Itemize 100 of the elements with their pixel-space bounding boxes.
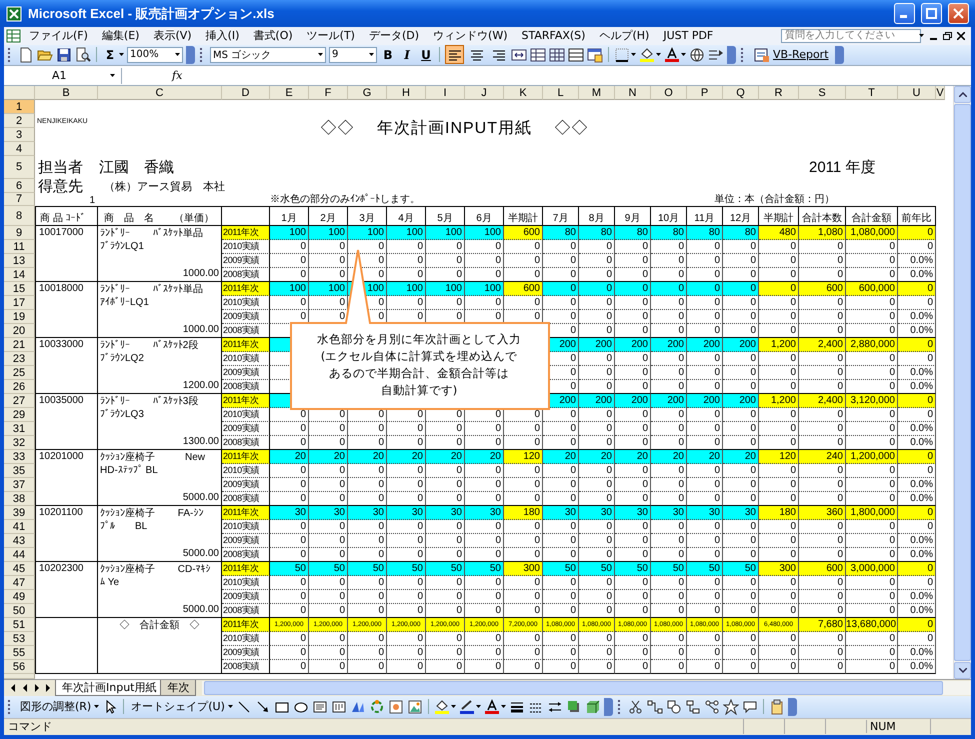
vertical-text-icon[interactable]: [330, 698, 347, 715]
row-header[interactable]: 37: [4, 478, 35, 492]
scissors-icon[interactable]: [628, 698, 644, 715]
table-icon[interactable]: [549, 46, 565, 63]
row-header[interactable]: 39: [4, 506, 35, 520]
row-header[interactable]: 20: [4, 324, 35, 338]
connector-icon[interactable]: [646, 698, 663, 715]
zoom-combo[interactable]: 100%: [127, 46, 183, 63]
column-header[interactable]: U: [898, 86, 936, 100]
minimize-button[interactable]: [894, 3, 915, 24]
print-preview-icon[interactable]: [75, 46, 91, 63]
column-header[interactable]: L: [543, 86, 579, 100]
column-header[interactable]: Q: [723, 86, 759, 100]
row-header[interactable]: 19: [4, 310, 35, 324]
first-sheet-icon[interactable]: [9, 684, 17, 692]
menu-item[interactable]: ファイル(F): [22, 28, 95, 44]
caret-icon[interactable]: [500, 705, 506, 708]
save-icon[interactable]: [56, 46, 72, 63]
row-header[interactable]: 45: [4, 562, 35, 576]
caret-icon[interactable]: [110, 74, 115, 78]
sheet-tab[interactable]: 年次: [160, 680, 196, 696]
caret-icon[interactable]: [656, 53, 661, 56]
column-header[interactable]: F: [309, 86, 348, 100]
row-header[interactable]: 3: [4, 128, 35, 142]
row-header[interactable]: 55: [4, 646, 35, 660]
font-color-icon[interactable]: [484, 698, 500, 715]
caret-icon[interactable]: [119, 53, 124, 56]
scroll-down-icon[interactable]: [958, 668, 966, 674]
column-header[interactable]: K: [504, 86, 543, 100]
network-icon[interactable]: [704, 698, 720, 715]
toolbar-handle[interactable]: [741, 48, 746, 62]
star-shape-icon[interactable]: [722, 698, 739, 715]
row-header[interactable]: 17: [4, 296, 35, 310]
caret-icon[interactable]: [94, 705, 100, 708]
column-header[interactable]: G: [348, 86, 387, 100]
font-color-icon[interactable]: [664, 46, 680, 63]
autoshape-menu[interactable]: オートシェイプ(U): [129, 699, 227, 714]
row-header[interactable]: 41: [4, 520, 35, 534]
flowchart-icon[interactable]: [684, 698, 701, 715]
column-header[interactable]: C: [98, 86, 222, 100]
vb-report-button[interactable]: VB-Report: [751, 46, 832, 63]
row-header[interactable]: 5: [4, 156, 35, 180]
row-header[interactable]: 8: [4, 206, 35, 226]
row-header[interactable]: 1: [4, 100, 35, 114]
toolbar-handle[interactable]: [618, 700, 623, 714]
toolbar-options-button[interactable]: [186, 46, 195, 64]
column-header[interactable]: D: [222, 86, 270, 100]
column-header[interactable]: V: [936, 86, 945, 100]
column-header[interactable]: M: [579, 86, 615, 100]
font-combo[interactable]: MS ゴシック: [210, 46, 326, 63]
3d-style-icon[interactable]: [584, 698, 601, 715]
row-header[interactable]: 56: [4, 660, 35, 674]
menu-item[interactable]: 編集(E): [94, 28, 146, 44]
shadow-icon[interactable]: [566, 698, 582, 715]
row-header[interactable]: 47: [4, 576, 35, 590]
row-header[interactable]: 43: [4, 534, 35, 548]
horizontal-scrollbar[interactable]: [202, 681, 971, 696]
close-button[interactable]: [948, 3, 969, 24]
row-header[interactable]: 27: [4, 394, 35, 408]
row-header[interactable]: 33: [4, 450, 35, 464]
text-box-icon[interactable]: [312, 698, 328, 715]
column-header[interactable]: O: [651, 86, 687, 100]
bold-button[interactable]: B: [380, 46, 396, 64]
toolbar-handle[interactable]: [8, 700, 13, 714]
menu-item[interactable]: ツール(T): [300, 28, 362, 44]
diagram-icon[interactable]: [368, 698, 385, 715]
toolbar-handle[interactable]: [8, 48, 13, 62]
toolbar-options-button[interactable]: [834, 46, 844, 64]
menu-item[interactable]: データ(D): [362, 28, 426, 44]
fill-color-icon[interactable]: [434, 698, 450, 715]
table-icon[interactable]: [530, 46, 546, 63]
row-header[interactable]: 2: [4, 114, 35, 128]
table-rows-icon[interactable]: [568, 46, 584, 63]
clipboard-icon[interactable]: [768, 698, 785, 715]
row-header[interactable]: 49: [4, 590, 35, 604]
globe-icon[interactable]: [689, 46, 705, 63]
italic-button[interactable]: I: [399, 46, 415, 64]
sheet-icon[interactable]: [6, 28, 22, 43]
row-header[interactable]: 31: [4, 422, 35, 436]
row-header[interactable]: 53: [4, 632, 35, 646]
autosum-button[interactable]: Σ: [102, 46, 118, 64]
row-header[interactable]: 50: [4, 604, 35, 618]
column-header[interactable]: H: [387, 86, 426, 100]
row-header[interactable]: 35: [4, 464, 35, 478]
help-search-field[interactable]: 質問を入力してください: [781, 28, 921, 43]
menu-item[interactable]: ウィンドウ(W): [426, 28, 514, 44]
previous-sheet-icon[interactable]: [21, 684, 29, 692]
row-header[interactable]: 15: [4, 282, 35, 296]
row-header[interactable]: 44: [4, 548, 35, 562]
toolbar-options-button[interactable]: [788, 698, 797, 716]
column-header[interactable]: B: [35, 86, 98, 100]
row-header[interactable]: 21: [4, 338, 35, 352]
window-icon[interactable]: [587, 46, 603, 63]
row-header[interactable]: 25: [4, 366, 35, 380]
speech-bubble-icon[interactable]: [742, 698, 758, 715]
caret-icon[interactable]: [681, 53, 686, 56]
row-header[interactable]: 11: [4, 240, 35, 254]
caret-icon[interactable]: [450, 705, 456, 708]
row-header[interactable]: 9: [4, 226, 35, 240]
caret-icon[interactable]: [318, 53, 323, 56]
